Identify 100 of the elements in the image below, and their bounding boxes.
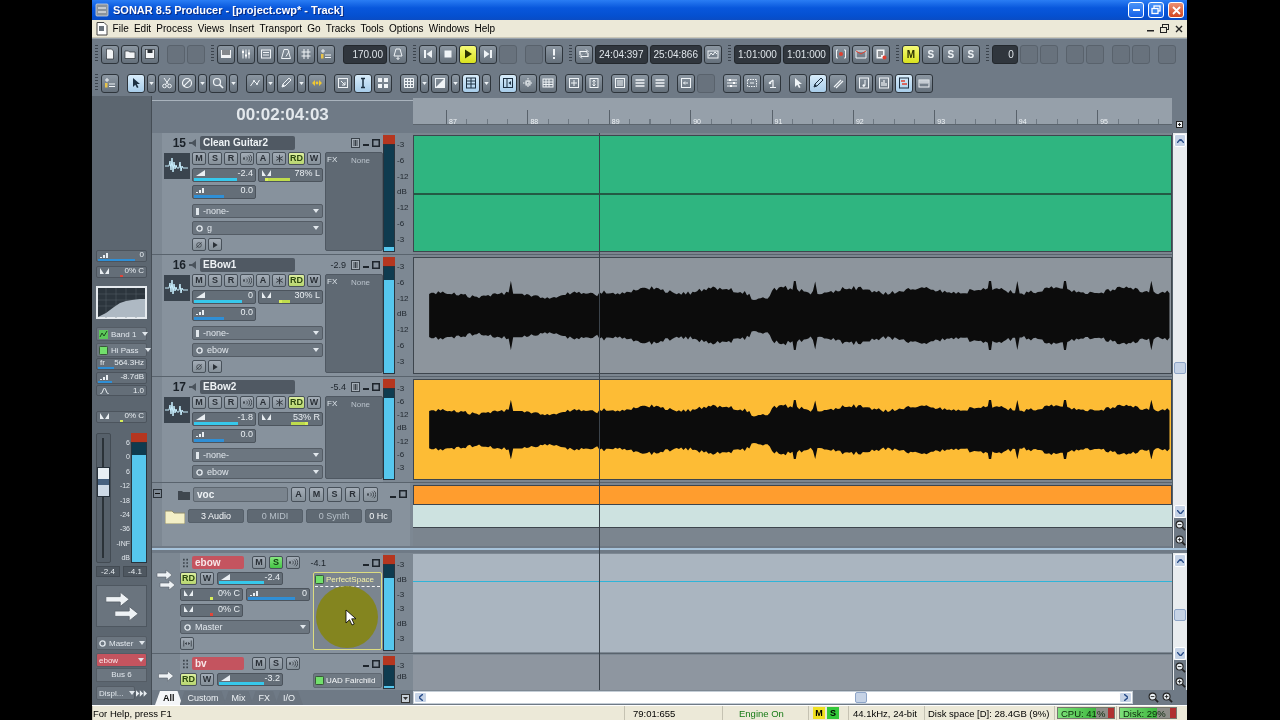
- trim-slider[interactable]: 0.0: [192, 429, 256, 443]
- tool-menu-button[interactable]: [266, 73, 275, 93]
- fader-thumb[interactable]: [97, 467, 110, 498]
- mute-tool-button[interactable]: [178, 73, 196, 93]
- piano-button[interactable]: [217, 44, 235, 64]
- input-dropdown[interactable]: -none-: [192, 448, 323, 462]
- tool-menu-button[interactable]: [451, 73, 460, 93]
- toggle-button[interactable]: S: [921, 44, 940, 64]
- ibeam-button[interactable]: [354, 73, 372, 93]
- phase-button[interactable]: [192, 360, 206, 373]
- write-button[interactable]: W: [307, 396, 321, 409]
- menu-item[interactable]: Edit: [131, 23, 154, 34]
- smart-select-button[interactable]: [789, 73, 807, 93]
- freeze-button[interactable]: [272, 396, 286, 409]
- tool-menu-button[interactable]: [147, 73, 156, 93]
- loop-button[interactable]: [575, 44, 593, 64]
- solo-button[interactable]: S: [208, 274, 222, 287]
- solo-button[interactable]: S: [269, 556, 283, 569]
- audio-clip[interactable]: [413, 135, 1172, 252]
- input-dropdown[interactable]: -none-: [192, 326, 323, 340]
- pan-slider[interactable]: 0% C: [96, 266, 147, 278]
- volume-slider[interactable]: 0: [192, 290, 256, 304]
- value-field[interactable]: 25:04:866: [649, 44, 702, 64]
- track-list-button[interactable]: [317, 44, 335, 64]
- bus-dropdown[interactable]: ebow: [96, 653, 147, 667]
- scroll-down-button[interactable]: [1174, 647, 1186, 660]
- value-field[interactable]: 0: [991, 44, 1018, 64]
- expand-button[interactable]: [1176, 121, 1183, 128]
- toggle-button[interactable]: S: [961, 44, 980, 64]
- menu-item[interactable]: File: [110, 23, 132, 34]
- pan-slider[interactable]: 30% L: [258, 290, 323, 304]
- mute-button[interactable]: M: [192, 152, 206, 165]
- audio-clip[interactable]: [413, 257, 1172, 374]
- eq-band-dropdown[interactable]: Band 1: [96, 327, 147, 341]
- columns-icon[interactable]: [351, 137, 360, 148]
- end-button[interactable]: [479, 44, 497, 64]
- toolbar-grip[interactable]: [95, 45, 98, 63]
- input-echo-button[interactable]: [240, 396, 254, 409]
- smart-draw-button[interactable]: [809, 73, 827, 93]
- solo-button[interactable]: S: [208, 152, 222, 165]
- barchart-button[interactable]: [875, 73, 893, 93]
- write-button[interactable]: W: [200, 572, 214, 585]
- pan-slider[interactable]: 53% R: [258, 412, 323, 426]
- track-name[interactable]: EBow2: [200, 379, 295, 394]
- back-button[interactable]: [677, 73, 695, 93]
- square-icon[interactable]: [372, 138, 380, 147]
- minimize-button[interactable]: [1128, 2, 1144, 18]
- scroll-up-button[interactable]: [1174, 134, 1186, 147]
- nudge-button[interactable]: [308, 73, 326, 93]
- keyboard-button[interactable]: [915, 73, 933, 93]
- write-button[interactable]: W: [307, 152, 321, 165]
- zoom-out-button[interactable]: [1174, 518, 1186, 533]
- rewind-button[interactable]: [419, 44, 437, 64]
- read-button[interactable]: RD: [288, 396, 305, 409]
- tap-button[interactable]: [389, 44, 407, 64]
- toolbar-grip[interactable]: [413, 45, 416, 63]
- toggle-button[interactable]: M: [901, 44, 920, 64]
- pan-slider[interactable]: 0% C: [180, 604, 243, 617]
- checkbox-icon[interactable]: [315, 676, 324, 685]
- toolbar-grip[interactable]: [728, 45, 731, 63]
- audio-clip[interactable]: [413, 379, 1172, 480]
- event-button[interactable]: [871, 44, 890, 64]
- toolbar-grip[interactable]: [985, 45, 989, 63]
- output-dropdown[interactable]: Master: [180, 620, 310, 634]
- output-dropdown[interactable]: Master: [96, 636, 147, 650]
- mute-button[interactable]: M: [192, 396, 206, 409]
- bus-tab[interactable]: All: [155, 691, 183, 705]
- toggle-button[interactable]: S: [941, 44, 960, 64]
- solo-button[interactable]: S: [269, 657, 283, 670]
- draw-button[interactable]: [277, 73, 295, 93]
- write-button[interactable]: W: [307, 274, 321, 287]
- toolbar-grip[interactable]: [211, 45, 214, 63]
- frequency-slider[interactable]: fr 564.3Hz: [96, 358, 147, 370]
- read-button[interactable]: RD: [180, 673, 197, 686]
- zoom-out-button[interactable]: [1174, 660, 1186, 675]
- save-button[interactable]: [141, 44, 159, 64]
- zoom-in-button[interactable]: [1174, 675, 1186, 690]
- lines-button[interactable]: [611, 73, 629, 93]
- send-slider[interactable]: 0: [246, 588, 310, 601]
- play-button[interactable]: [459, 44, 477, 64]
- zoom-out-button[interactable]: [1147, 690, 1159, 705]
- menu-item[interactable]: Tools: [357, 23, 387, 34]
- punch-set-button[interactable]: [851, 44, 870, 64]
- pianoroll-button[interactable]: [895, 73, 913, 93]
- punch-button[interactable]: [831, 44, 850, 64]
- freeze-button[interactable]: [272, 274, 286, 287]
- pan-slider[interactable]: 0% C: [180, 588, 243, 601]
- record-arm-button[interactable]: R: [224, 152, 238, 165]
- trim-slider[interactable]: 0.0: [192, 307, 256, 321]
- crosshair-button[interactable]: [519, 73, 537, 93]
- menu-item[interactable]: Go: [304, 23, 324, 34]
- read-button[interactable]: RD: [180, 572, 197, 585]
- volume-slider[interactable]: 0: [96, 250, 147, 262]
- panel-button[interactable]: [499, 73, 517, 93]
- input-echo-button[interactable]: [240, 152, 254, 165]
- table-button[interactable]: [539, 73, 557, 93]
- trim-slider[interactable]: 0.0: [192, 185, 256, 199]
- toolbar-grip[interactable]: [569, 45, 572, 63]
- track-name[interactable]: EBow1: [200, 257, 295, 272]
- bus-tab[interactable]: I/O: [275, 691, 304, 705]
